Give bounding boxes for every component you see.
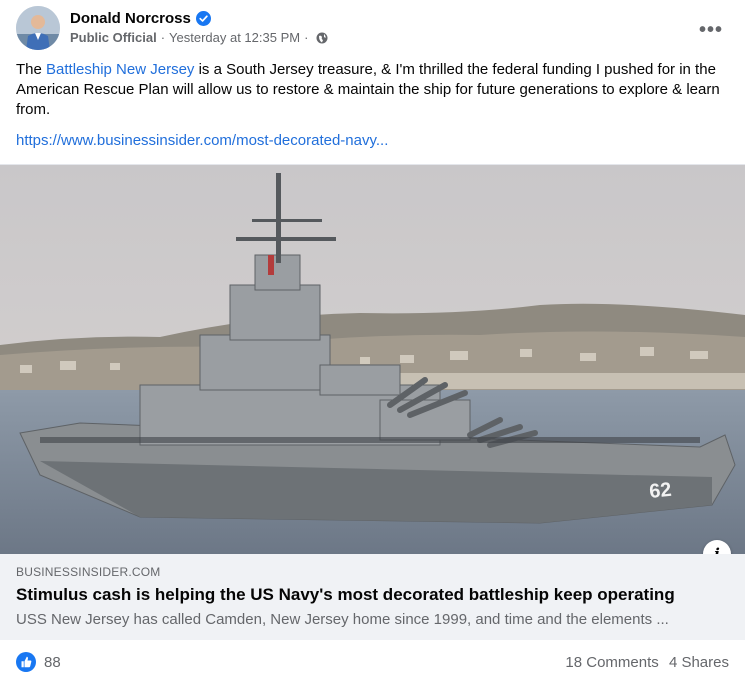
globe-icon[interactable] <box>316 32 328 44</box>
hull-number: 62 <box>648 479 672 503</box>
link-domain: BUSINESSINSIDER.COM <box>16 565 161 579</box>
verified-badge-icon <box>195 11 211 26</box>
link-title[interactable]: Stimulus cash is helping the US Navy's m… <box>16 585 675 605</box>
page-mention-link[interactable]: Battleship New Jersey <box>46 61 194 78</box>
author-name[interactable]: Donald Norcross <box>70 10 191 27</box>
author-role: Public Official <box>70 30 157 45</box>
post-url-link[interactable]: https://www.businessinsider.com/most-dec… <box>16 132 388 149</box>
like-reaction-icon <box>16 652 36 672</box>
engagement-counts: 18 Comments 4 Shares <box>559 654 729 671</box>
more-options-button[interactable]: ••• <box>693 12 729 48</box>
post-text-start: The <box>16 61 47 78</box>
comments-count-link[interactable]: 18 Comments <box>565 654 658 671</box>
author-row: Donald Norcross <box>70 10 211 27</box>
link-description: USS New Jersey has called Camden, New Je… <box>16 611 669 628</box>
post-header: Donald Norcross Public Official · Yester… <box>16 6 729 52</box>
shares-count-link[interactable]: 4 Shares <box>669 654 729 671</box>
meta-separator: · <box>160 30 166 45</box>
battleship-photo: 62 <box>0 165 745 555</box>
avatar[interactable] <box>16 6 60 50</box>
link-preview-image[interactable]: 62 <box>0 164 745 555</box>
meta-separator-2: · <box>304 30 309 45</box>
post-text: The Battleship New Jersey is a South Jer… <box>16 60 731 120</box>
post-footer: 88 18 Comments 4 Shares <box>16 648 729 676</box>
link-preview-card[interactable]: BUSINESSINSIDER.COM Stimulus cash is hel… <box>0 554 745 640</box>
post-meta: Public Official · Yesterday at 12:35 PM … <box>70 30 328 45</box>
post-timestamp[interactable]: Yesterday at 12:35 PM <box>169 30 300 45</box>
like-count: 88 <box>44 653 61 671</box>
reaction-summary[interactable]: 88 <box>16 652 61 672</box>
